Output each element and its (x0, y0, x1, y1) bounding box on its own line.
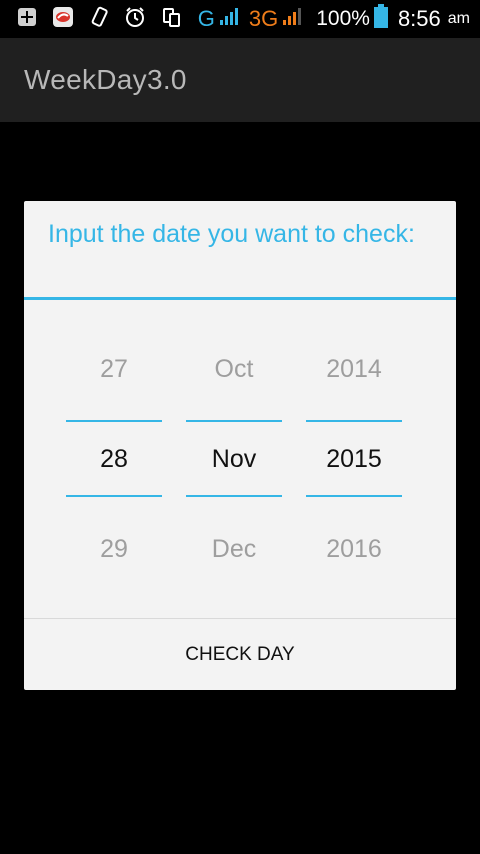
status-bar: G 3G 100% 8:56 am (0, 0, 480, 38)
app-title: WeekDay3.0 (24, 64, 187, 95)
battery-percentage: 100% (316, 7, 370, 30)
year-selection-line-top (306, 420, 402, 422)
clock-ampm: am (447, 10, 470, 27)
check-day-button[interactable]: CHECK DAY (24, 619, 456, 690)
alarm-icon (124, 6, 146, 28)
system-indicators: G 3G 100% 8:56 am (198, 4, 470, 34)
plus-box-icon (16, 6, 38, 28)
day-prev-value[interactable]: 27 (66, 355, 162, 384)
day-picker[interactable]: 27 28 29 (66, 201, 162, 601)
year-picker[interactable]: 2014 2015 2016 (306, 201, 402, 601)
notification-icons (16, 6, 182, 28)
app-badge-icon (52, 6, 74, 28)
vibrate-icon (88, 6, 110, 28)
network-g-label: G (197, 6, 215, 31)
year-selected-value[interactable]: 2015 (306, 445, 402, 474)
network-3g-label: 3G (248, 6, 279, 31)
year-next-value[interactable]: 2016 (306, 535, 402, 564)
day-selection-line-bottom (66, 495, 162, 497)
clock-time: 8:56 (397, 6, 441, 31)
month-next-value[interactable]: Dec (186, 535, 282, 564)
day-selected-value[interactable]: 28 (66, 445, 162, 474)
month-prev-value[interactable]: Oct (186, 355, 282, 384)
day-next-value[interactable]: 29 (66, 535, 162, 564)
signal-3g-icon (282, 6, 304, 32)
year-prev-value[interactable]: 2014 (306, 355, 402, 384)
date-picker-dialog: Input the date you want to check: 27 28 … (24, 201, 456, 690)
month-selected-value[interactable]: Nov (186, 445, 282, 474)
data-transfer-icon (160, 6, 182, 28)
month-selection-line-bottom (186, 495, 282, 497)
signal-g-icon (219, 6, 241, 32)
day-selection-line-top (66, 420, 162, 422)
battery-icon (373, 4, 388, 34)
month-selection-line-top (186, 420, 282, 422)
month-picker[interactable]: Oct Nov Dec (186, 201, 282, 601)
year-selection-line-bottom (306, 495, 402, 497)
action-bar: WeekDay3.0 (0, 38, 480, 122)
